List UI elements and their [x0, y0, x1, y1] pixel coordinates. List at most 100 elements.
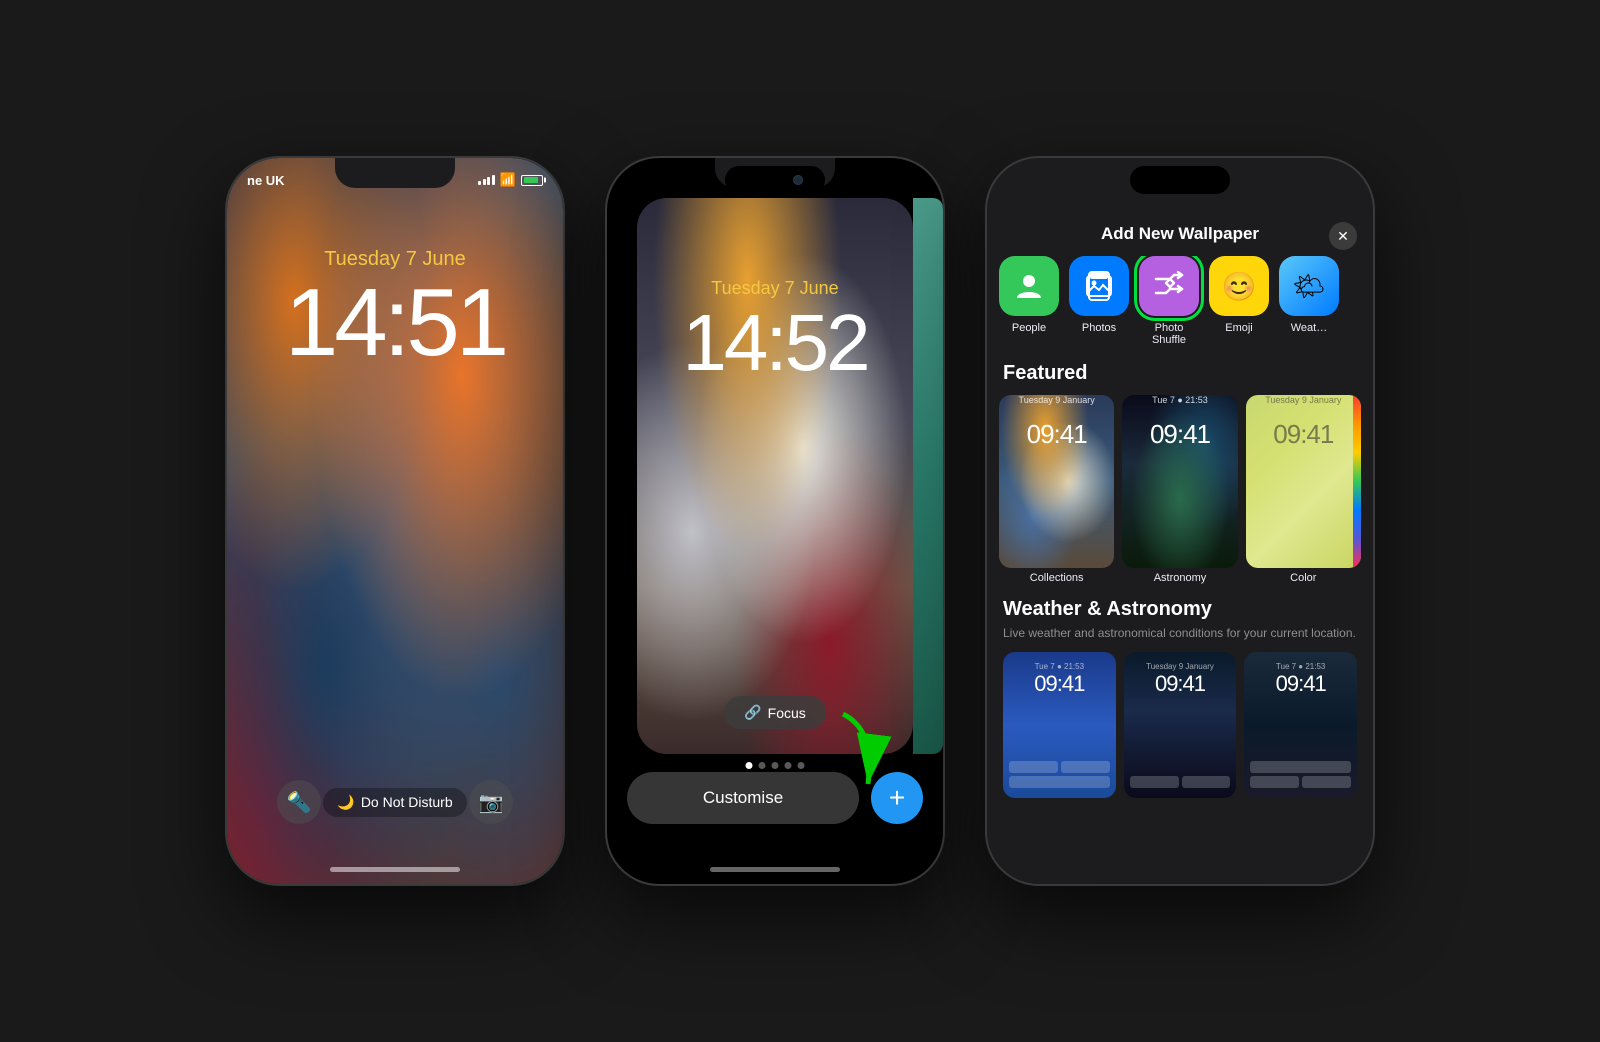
phone1-bottom-bar: 🔦 🌙 Do Not Disturb 📷: [227, 780, 563, 824]
collections-label: Collections: [999, 568, 1114, 584]
color-time: 09:41: [1246, 405, 1361, 450]
weather-astronomy-section: Weather & Astronomy Live weather and ast…: [987, 598, 1373, 798]
emoji-icon: 😊: [1209, 256, 1269, 316]
phone3-camera-notch: [1130, 166, 1230, 194]
astronomy-date: Tue 7 ● 21:53: [1122, 395, 1237, 405]
customise-button[interactable]: Customise: [627, 772, 859, 824]
weather-time-2: 09:41: [1155, 671, 1205, 697]
plus-icon: +: [889, 782, 905, 814]
weather-icon: 🌤: [1279, 256, 1339, 316]
weather-widgets-1: [1009, 761, 1110, 788]
dot-3: [772, 762, 779, 769]
flashlight-button[interactable]: 🔦: [277, 780, 321, 824]
weather-section-title: Weather & Astronomy: [1003, 598, 1357, 621]
phone2-frame: Tuesday 7 June 14:52 🔗 Focus Customise +: [605, 156, 945, 886]
featured-section-title: Featured: [987, 362, 1373, 395]
focus-label: Focus: [768, 705, 806, 721]
signal-icon: [478, 175, 495, 185]
featured-item-color[interactable]: Tuesday 9 January 09:41 Color: [1246, 395, 1361, 584]
add-button[interactable]: +: [871, 772, 923, 824]
pagination-dots: [746, 762, 805, 769]
weather-date-2: Tuesday 9 January: [1146, 662, 1214, 671]
emoji-label: Emoji: [1225, 322, 1253, 334]
weather-item-1[interactable]: Tue 7 ● 21:53 09:41: [1003, 652, 1116, 798]
camera-notch: [725, 166, 825, 194]
phone2-date: Tuesday 7 June: [637, 278, 913, 299]
weather-section-desc: Live weather and astronomical conditions…: [1003, 625, 1357, 642]
collections-date: Tuesday 9 January: [999, 395, 1114, 405]
wallpaper-picker-content[interactable]: People Photos: [987, 256, 1373, 884]
dnd-button[interactable]: 🌙 Do Not Disturb: [323, 788, 466, 817]
camera-button[interactable]: 📷: [469, 780, 513, 824]
astronomy-preview: Tue 7 ● 21:53 09:41: [1122, 395, 1237, 568]
weather-time-3: 09:41: [1276, 671, 1326, 697]
phone2-screen: Tuesday 7 June 14:52 🔗 Focus Customise +: [607, 158, 943, 884]
color-date: Tuesday 9 January: [1246, 395, 1361, 405]
category-weather[interactable]: 🌤 Weat…: [1279, 256, 1339, 346]
customise-label: Customise: [703, 788, 783, 808]
link-icon: 🔗: [744, 704, 761, 721]
wp-header: Add New Wallpaper ✕: [987, 208, 1373, 256]
photos-icon: [1069, 256, 1129, 316]
phone3-frame: Add New Wallpaper ✕: [985, 156, 1375, 886]
wallpaper-picker: Add New Wallpaper ✕: [987, 208, 1373, 884]
camera-pill: [725, 166, 825, 194]
color-label: Color: [1246, 568, 1361, 584]
phone1-status-bar: ne UK 📶: [247, 172, 543, 188]
photo-shuffle-label: PhotoShuffle: [1152, 322, 1186, 346]
phone1-time: 14:51: [227, 275, 563, 371]
weather-widgets-3: [1250, 761, 1351, 788]
featured-grid: Tuesday 9 January 09:41 Collections Tue …: [987, 395, 1373, 584]
phone1-frame: ne UK 📶 Tuesday 7 June 14:51: [225, 156, 565, 886]
wifi-icon: 📶: [500, 172, 516, 188]
dot-2: [759, 762, 766, 769]
weather-item-2[interactable]: Tuesday 9 January 09:41: [1124, 652, 1237, 798]
astronomy-label: Astronomy: [1122, 568, 1237, 584]
phone1-time-section: Tuesday 7 June 14:51: [227, 248, 563, 371]
close-icon: ✕: [1337, 228, 1349, 245]
weather-preview-3: Tue 7 ● 21:53 09:41: [1244, 652, 1357, 798]
weather-widgets-2: [1130, 776, 1231, 788]
phone2-time-section: Tuesday 7 June 14:52: [637, 278, 913, 387]
dot-4: [785, 762, 792, 769]
featured-item-astronomy[interactable]: Tue 7 ● 21:53 09:41 Astronomy: [1122, 395, 1237, 584]
home-indicator: [330, 867, 460, 872]
weather-preview-1: Tue 7 ● 21:53 09:41: [1003, 652, 1116, 798]
camera-dot: [793, 175, 803, 185]
category-emoji[interactable]: 😊 Emoji: [1209, 256, 1269, 346]
category-photo-shuffle[interactable]: PhotoShuffle: [1139, 256, 1199, 346]
phone2-time: 14:52: [637, 299, 913, 387]
people-icon: [999, 256, 1059, 316]
dot-5: [798, 762, 805, 769]
phone2-side-preview: [913, 198, 943, 754]
phone1-screen: ne UK 📶 Tuesday 7 June 14:51: [227, 158, 563, 884]
weather-item-3[interactable]: Tue 7 ● 21:53 09:41: [1244, 652, 1357, 798]
astronomy-time: 09:41: [1122, 405, 1237, 450]
featured-item-collections[interactable]: Tuesday 9 January 09:41 Collections: [999, 395, 1114, 584]
wp-close-button[interactable]: ✕: [1329, 222, 1357, 250]
wp-title: Add New Wallpaper: [1101, 224, 1259, 244]
phone1-date: Tuesday 7 June: [227, 248, 563, 271]
category-people[interactable]: People: [999, 256, 1059, 346]
phone2-wallpaper-preview: Tuesday 7 June 14:52: [637, 198, 913, 754]
weather-preview-2: Tuesday 9 January 09:41: [1124, 652, 1237, 798]
dot-1: [746, 762, 753, 769]
status-icons: 📶: [478, 172, 543, 188]
phone3-screen: Add New Wallpaper ✕: [987, 158, 1373, 884]
phone2-home-indicator: [710, 867, 840, 872]
battery-icon: [521, 175, 543, 186]
phone2-bottom-buttons: Customise +: [627, 772, 923, 824]
weather-date-3: Tue 7 ● 21:53: [1276, 662, 1325, 671]
weather-time-1: 09:41: [1034, 671, 1084, 697]
collections-preview: Tuesday 9 January 09:41: [999, 395, 1114, 568]
dnd-label: Do Not Disturb: [361, 794, 453, 810]
photos-label: Photos: [1082, 322, 1116, 334]
carrier-text: ne UK: [247, 173, 285, 188]
color-preview: Tuesday 9 January 09:41: [1246, 395, 1361, 568]
focus-button[interactable]: 🔗 Focus: [724, 696, 826, 729]
weather-grid: Tue 7 ● 21:53 09:41: [1003, 652, 1357, 798]
wp-categories: People Photos: [987, 256, 1373, 362]
weather-label: Weat…: [1291, 322, 1327, 334]
people-label: People: [1012, 322, 1046, 334]
category-photos[interactable]: Photos: [1069, 256, 1129, 346]
